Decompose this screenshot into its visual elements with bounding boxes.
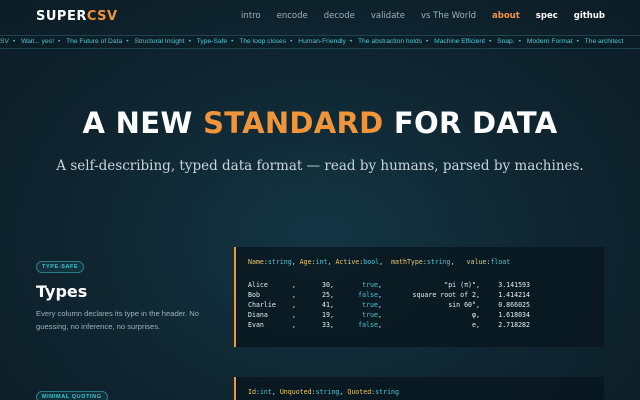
bullet-icon: • — [488, 38, 492, 45]
nav-menu: intro encode decode validate vs The Worl… — [241, 11, 605, 21]
nav-link-spec[interactable]: spec — [536, 11, 558, 21]
logo[interactable]: SUPERCSV — [36, 9, 118, 24]
bullet-icon: • — [231, 38, 234, 45]
marquee-ticker: SV • Wait... yes! • The Future of Data • St… — [0, 35, 640, 49]
top-nav: SUPERCSV intro encode decode validate vs… — [0, 0, 640, 34]
code-header-line: Id:int, Unquoted:string, Quoted:string — [248, 388, 399, 396]
ticker-item: Type-Safe — [196, 38, 228, 45]
hero-title-post: FOR DATA — [383, 106, 558, 140]
feature-badge: TYPE-SAFE — [36, 261, 85, 273]
code-row: Alice, 30, true, "pi (π)", 3.141593 — [248, 281, 530, 289]
feature-description: Every column declares its type in the he… — [36, 309, 199, 331]
ticker-item: Human-Friendly — [298, 38, 346, 45]
nav-link-decode[interactable]: decode — [324, 11, 355, 21]
logo-part-1: SUPER — [36, 9, 87, 24]
code-row: Evan, 33, false, e, 2.718282 — [248, 321, 530, 329]
nav-link-github[interactable]: github — [574, 11, 605, 21]
bullet-icon: • — [57, 38, 61, 45]
code-example-types: Name:string, Age:int, Active:bool, mathT… — [234, 247, 604, 347]
nav-link-encode[interactable]: encode — [277, 11, 308, 21]
ticker-item: The abstraction holds — [357, 38, 422, 45]
code-example-quoting: Id:int, Unquoted:string, Quoted:string — [234, 377, 604, 400]
bullet-icon: • — [290, 38, 293, 45]
nav-link-about[interactable]: about — [492, 11, 520, 21]
hero-title-pre: A NEW — [82, 106, 204, 140]
hero-title: A NEW STANDARD FOR DATA — [0, 106, 640, 140]
ticker-item: Snap. — [497, 38, 515, 45]
code-row: Bob, 25, false, square root of 2, 1.414214 — [248, 291, 530, 299]
nav-link-vs-the-world[interactable]: vs The World — [421, 11, 476, 21]
code-row: Diana, 19, true, φ, 1.618034 — [248, 311, 530, 319]
ticker-item: The loop closes — [239, 38, 287, 45]
ticker-item: Machine Efficient — [434, 38, 485, 45]
logo-part-2: CSV — [86, 9, 118, 24]
bullet-icon: • — [425, 38, 429, 45]
bullet-icon: • — [126, 38, 129, 45]
bullet-icon: • — [188, 38, 191, 45]
bullet-icon: • — [12, 38, 16, 45]
ticker-item: The architect — [584, 38, 624, 45]
code-row: Charlie, 41, true, sin 60°, 0.866025 — [248, 301, 530, 309]
bullet-icon: • — [576, 38, 579, 45]
ticker-item: Structural Insight — [134, 38, 185, 45]
code-header-line: Name:string, Age:int, Active:bool, mathT… — [248, 258, 511, 266]
feature-badge-2: MINIMAL QUOTING — [36, 391, 108, 400]
nav-link-validate[interactable]: validate — [371, 11, 405, 21]
ticker-item: Wait... yes! — [21, 38, 54, 45]
code-rows: Alice, 30, true, "pi (π)", 3.141593 Bob, 25, f… — [248, 280, 530, 330]
bullet-icon: • — [349, 38, 353, 45]
hero-subtitle: A self-describing, typed data format — r… — [56, 158, 584, 174]
ticker-item: Modern Format — [526, 38, 573, 45]
hero-title-highlight: STANDARD — [203, 106, 384, 140]
ticker-item: The Future of Data — [66, 38, 123, 45]
feature-title: Types — [36, 282, 88, 301]
nav-link-intro[interactable]: intro — [241, 11, 261, 21]
bullet-icon: • — [518, 38, 521, 45]
ticker-item: SV — [0, 38, 9, 45]
